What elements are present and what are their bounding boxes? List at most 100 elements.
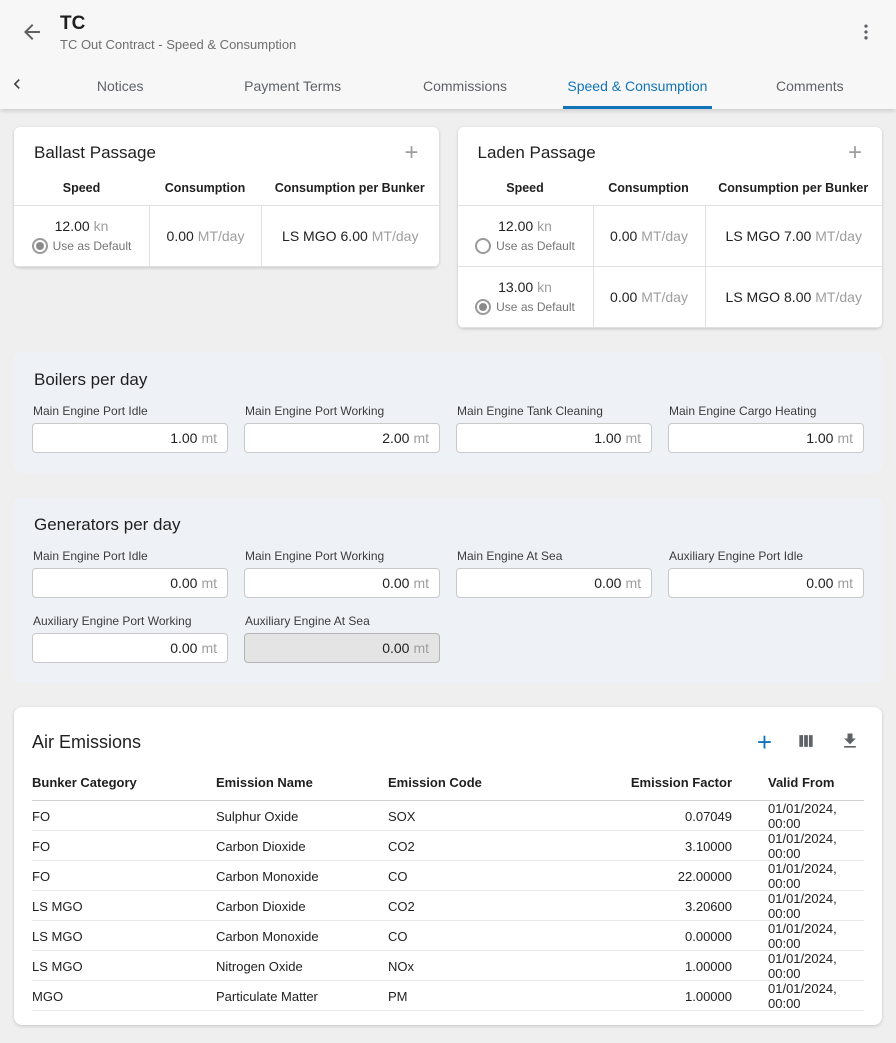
speed-value-group: 12.00 kn	[55, 218, 109, 234]
valid-from-cell: 01/01/2024, 00:00	[736, 891, 864, 921]
ballast-passage-card: Ballast Passage + Speed Consumption Cons…	[14, 127, 439, 267]
field-label: Main Engine Port Working	[245, 549, 440, 563]
valid-from-cell: 01/01/2024, 00:00	[736, 981, 864, 1011]
consumption-value: 0.00	[610, 289, 637, 305]
speed-cell: 13.00 kn Use as Default	[458, 267, 593, 327]
chevron-left-icon	[7, 74, 27, 97]
tab-notices[interactable]: Notices	[34, 62, 206, 109]
speed-unit: kn	[537, 279, 552, 295]
gen-main-engine-at-sea-input[interactable]: 0.00 mt	[456, 568, 652, 598]
page-title: TC	[60, 14, 296, 35]
generators-title: Generators per day	[34, 515, 864, 535]
emission-code-cell: CO2	[388, 899, 564, 914]
column-header-consumption-per-bunker: Consumption per Bunker	[261, 175, 439, 205]
emission-name-cell: Carbon Dioxide	[216, 899, 388, 914]
app-bar: TC TC Out Contract - Speed & Consumption	[0, 0, 896, 62]
gen-main-engine-port-idle-input[interactable]: 0.00 mt	[32, 568, 228, 598]
column-header-valid-from: Valid From	[736, 775, 864, 790]
download-icon	[840, 731, 860, 754]
consumption-unit: MT/day	[198, 228, 245, 244]
laden-table-header: Speed Consumption Consumption per Bunker	[458, 175, 883, 206]
main-engine-tank-cleaning-input[interactable]: 1.00 mt	[456, 423, 652, 453]
field-value: 0.00	[382, 575, 409, 591]
consumption-value: 0.00	[610, 228, 637, 244]
emission-factor-cell: 0.00000	[564, 929, 736, 944]
ballast-add-button[interactable]: +	[400, 141, 422, 165]
generators-per-day-section: Generators per day Main Engine Port Idle…	[14, 497, 882, 683]
column-header-emission-code: Emission Code	[388, 775, 564, 790]
emissions-table-header: Bunker Category Emission Name Emission C…	[32, 767, 864, 801]
columns-button[interactable]	[794, 729, 818, 756]
field-unit: mt	[413, 640, 429, 656]
use-as-default-radio[interactable]: Use as Default	[32, 238, 132, 254]
emission-factor-cell: 1.00000	[564, 959, 736, 974]
add-emission-button[interactable]: +	[755, 727, 774, 757]
field-value: 0.00	[170, 640, 197, 656]
use-as-default-radio[interactable]: Use as Default	[475, 238, 575, 254]
consumption-unit: MT/day	[641, 228, 688, 244]
tab-commissions[interactable]: Commissions	[379, 62, 551, 109]
tab-label: Payment Terms	[244, 78, 341, 94]
tab-comments[interactable]: Comments	[724, 62, 896, 109]
consumption-value: 0.00	[167, 228, 194, 244]
emission-row: FO Carbon Dioxide CO2 3.10000 01/01/2024…	[32, 831, 864, 861]
aux-engine-at-sea-input: 0.00 mt	[244, 633, 440, 663]
column-header-consumption: Consumption	[149, 175, 261, 205]
use-as-default-radio[interactable]: Use as Default	[475, 299, 575, 315]
aux-engine-port-idle-input[interactable]: 0.00 mt	[668, 568, 864, 598]
page-subtitle: TC Out Contract - Speed & Consumption	[60, 37, 296, 52]
field-label: Auxiliary Engine Port Working	[33, 614, 228, 628]
bunker-category-cell: LS MGO	[32, 929, 216, 944]
emission-code-cell: SOX	[388, 809, 564, 824]
valid-from-cell: 01/01/2024, 00:00	[736, 801, 864, 831]
bunker-category-cell: FO	[32, 869, 216, 884]
laden-row: 13.00 kn Use as Default 0.00 MT/day LS M…	[458, 267, 883, 328]
field-unit: mt	[201, 430, 217, 446]
consumption-unit: MT/day	[641, 289, 688, 305]
main-engine-port-idle-input[interactable]: 1.00 mt	[32, 423, 228, 453]
tab-scroll-left-button[interactable]	[0, 62, 34, 109]
valid-from-cell: 01/01/2024, 00:00	[736, 951, 864, 981]
radio-icon	[32, 238, 48, 254]
field-unit: mt	[201, 575, 217, 591]
field-label: Main Engine Cargo Heating	[669, 404, 864, 418]
radio-icon	[475, 238, 491, 254]
column-header-speed: Speed	[14, 175, 149, 205]
tab-label: Comments	[776, 78, 844, 94]
laden-add-button[interactable]: +	[844, 141, 866, 165]
tab-label: Notices	[97, 78, 144, 94]
emission-code-cell: PM	[388, 989, 564, 1004]
field-value: 0.00	[170, 575, 197, 591]
gen-main-engine-port-working-input[interactable]: 0.00 mt	[244, 568, 440, 598]
main-engine-cargo-heating-input[interactable]: 1.00 mt	[668, 423, 864, 453]
field-value: 0.00	[806, 575, 833, 591]
kebab-menu-button[interactable]	[852, 18, 880, 49]
emission-name-cell: Carbon Monoxide	[216, 869, 388, 884]
download-button[interactable]	[838, 729, 862, 756]
emission-row: FO Sulphur Oxide SOX 0.07049 01/01/2024,…	[32, 801, 864, 831]
column-header-consumption: Consumption	[593, 175, 705, 205]
speed-cell: 12.00 kn Use as Default	[14, 206, 149, 266]
emission-code-cell: CO	[388, 869, 564, 884]
bunker-category-cell: FO	[32, 839, 216, 854]
bunker-name: LS MGO	[726, 289, 780, 305]
field-unit: mt	[201, 640, 217, 656]
bunker-value: 6.00	[341, 228, 368, 244]
field-gen-main-engine-port-idle: Main Engine Port Idle 0.00 mt	[32, 549, 228, 598]
column-header-consumption-per-bunker: Consumption per Bunker	[705, 175, 883, 205]
laden-passage-title: Laden Passage	[478, 143, 596, 163]
ballast-table-header: Speed Consumption Consumption per Bunker	[14, 175, 439, 206]
speed-value-group: 12.00 kn	[498, 218, 552, 234]
field-value: 0.00	[594, 575, 621, 591]
view-columns-icon	[796, 731, 816, 754]
emission-name-cell: Carbon Dioxide	[216, 839, 388, 854]
back-button[interactable]	[16, 16, 48, 51]
ballast-row: 12.00 kn Use as Default 0.00 MT/day LS M…	[14, 206, 439, 267]
bunker-unit: MT/day	[372, 228, 419, 244]
tab-payment-terms[interactable]: Payment Terms	[206, 62, 378, 109]
aux-engine-port-working-input[interactable]: 0.00 mt	[32, 633, 228, 663]
tab-speed-consumption[interactable]: Speed & Consumption	[551, 62, 723, 109]
radio-icon	[475, 299, 491, 315]
bunker-cell: LS MGO 6.00 MT/day	[261, 206, 439, 266]
main-engine-port-working-input[interactable]: 2.00 mt	[244, 423, 440, 453]
